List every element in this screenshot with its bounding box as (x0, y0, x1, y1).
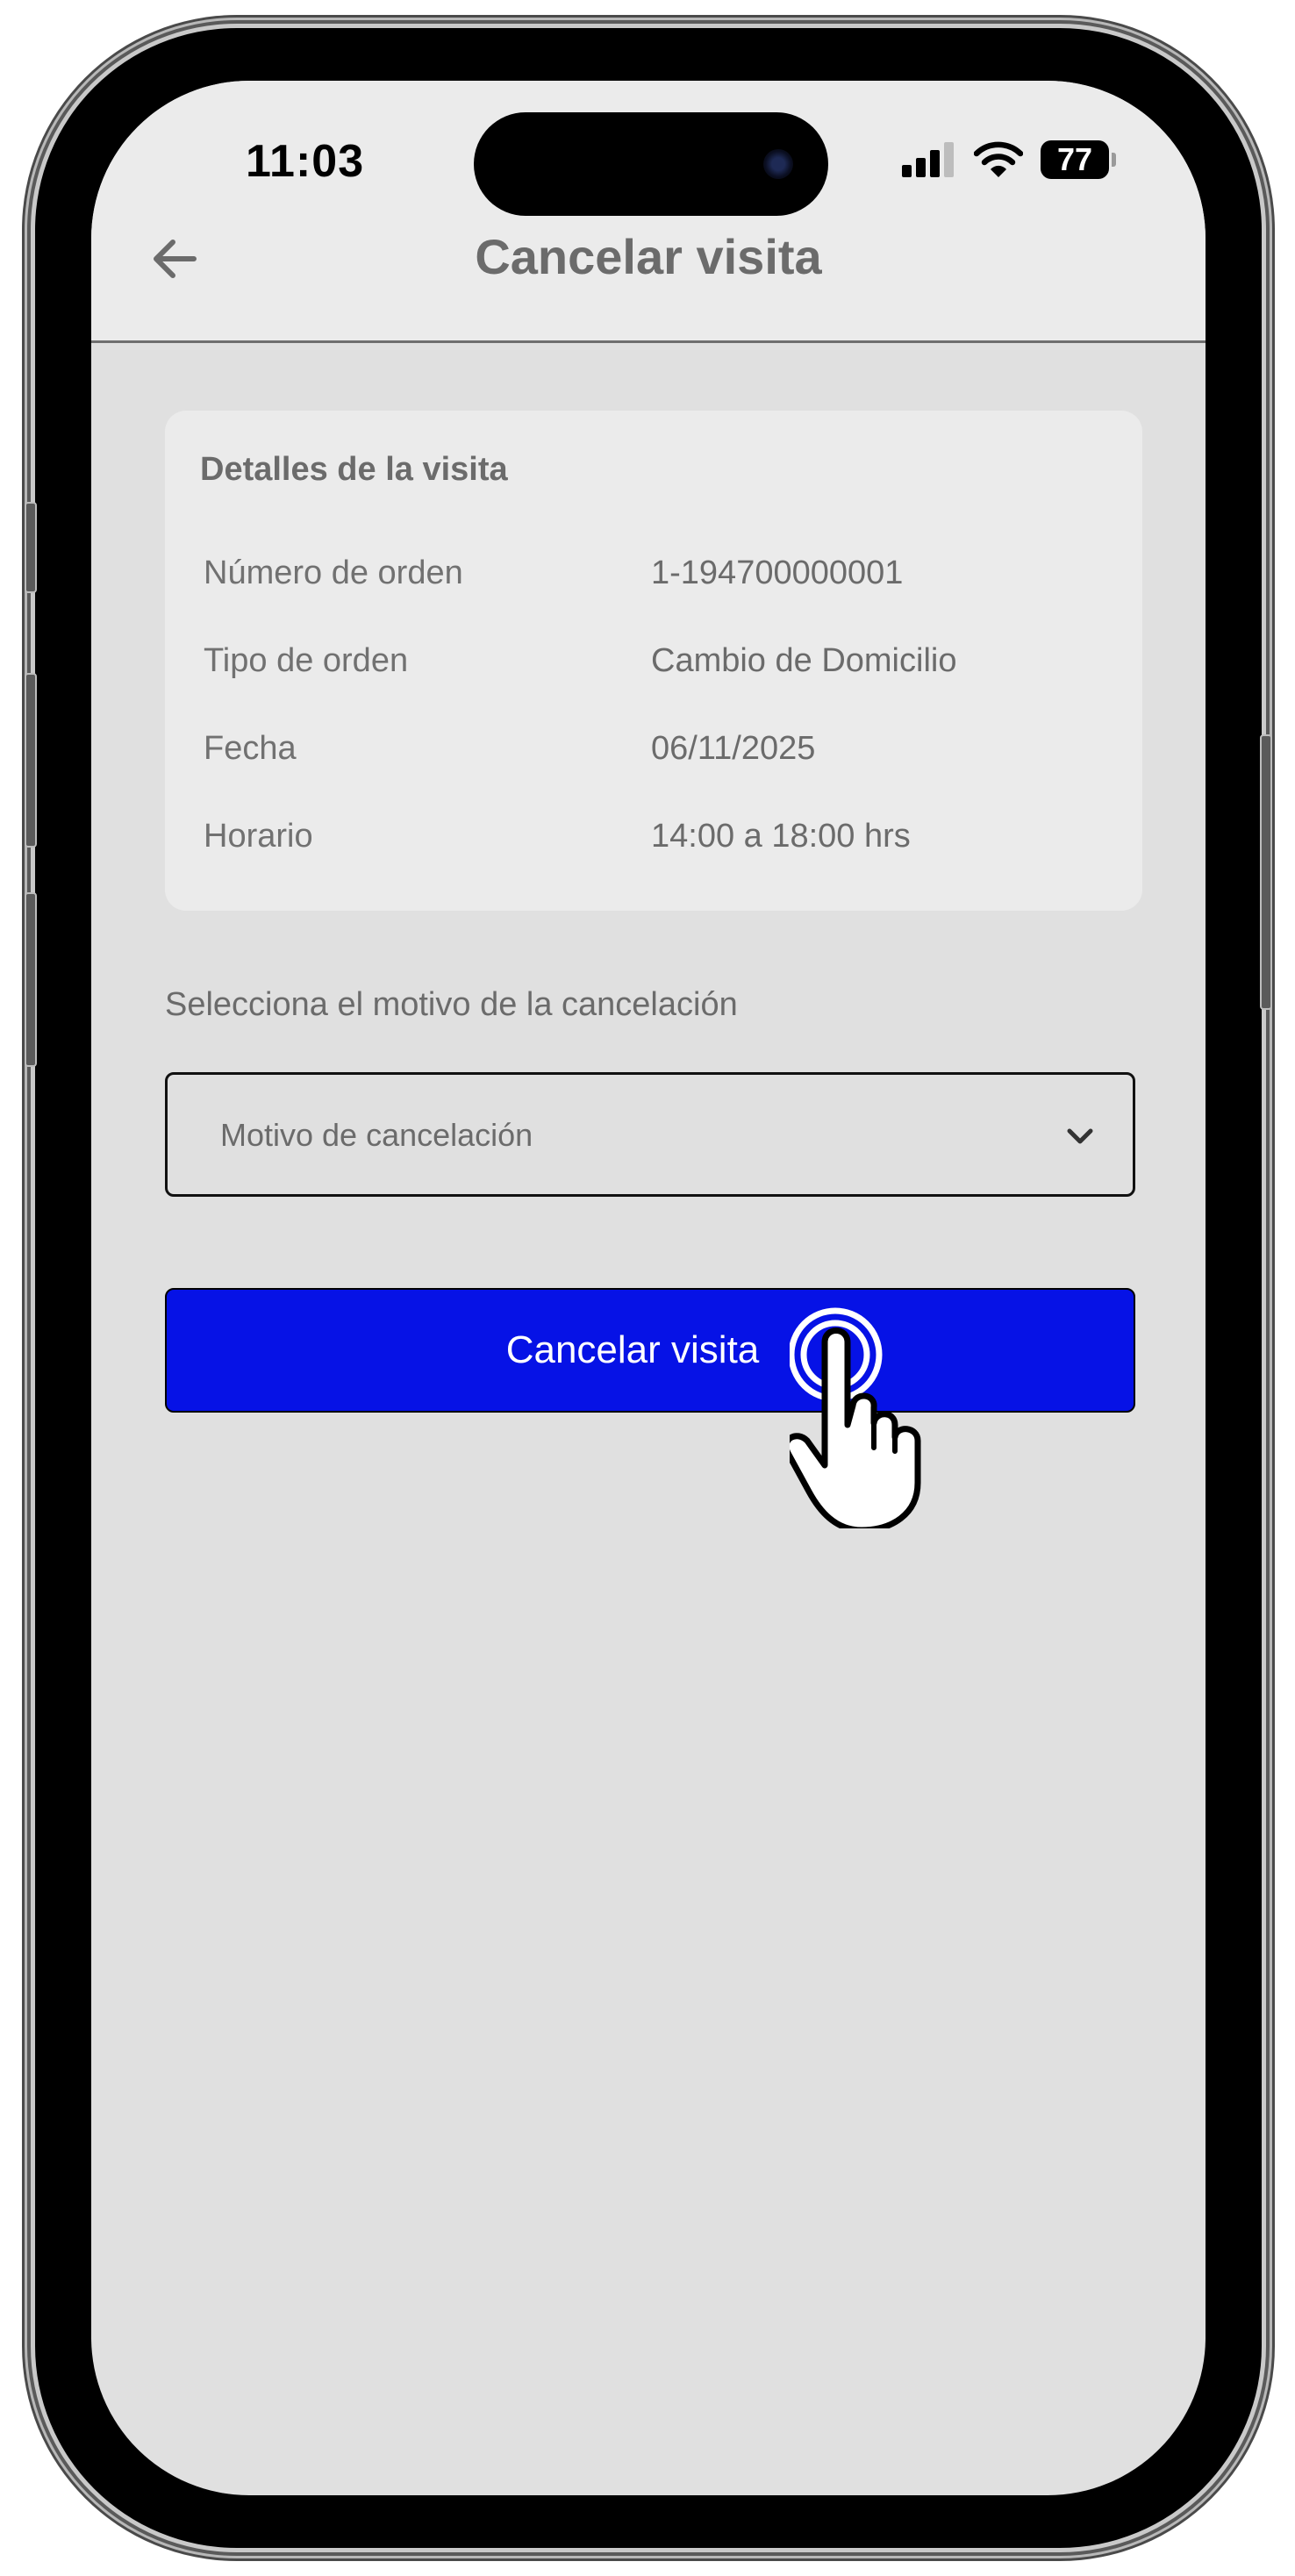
detail-row: Número de orden 1-194700000001 (204, 555, 1107, 607)
cancel-visit-button[interactable]: Cancelar visita (165, 1288, 1135, 1413)
detail-value: Cambio de Domicilio (651, 642, 957, 679)
phone-side-button (25, 502, 37, 593)
page-title: Cancelar visita (475, 229, 822, 284)
detail-value: 14:00 a 18:00 hrs (651, 818, 911, 855)
wifi-icon (974, 141, 1023, 177)
phone-side-button (1260, 734, 1272, 1010)
detail-value: 06/11/2025 (651, 730, 816, 767)
select-placeholder: Motivo de cancelación (220, 1117, 533, 1153)
card-title: Detalles de la visita (200, 451, 508, 488)
top-bar: 11:03 77 Cancelar visita (91, 81, 1206, 343)
status-icons: 77 (902, 139, 1116, 181)
signal-icon (902, 142, 954, 177)
dynamic-island (474, 112, 828, 216)
detail-row: Fecha 06/11/2025 (204, 730, 1107, 783)
phone-side-button (25, 892, 37, 1067)
phone-side-button (25, 673, 37, 848)
reason-label: Selecciona el motivo de la cancelación (165, 986, 738, 1023)
battery-icon: 77 (1041, 140, 1116, 179)
cancellation-reason-select[interactable]: Motivo de cancelación (165, 1072, 1135, 1197)
status-time: 11:03 (246, 136, 365, 187)
detail-label: Horario (204, 818, 313, 855)
detail-row: Tipo de orden Cambio de Domicilio (204, 642, 1107, 695)
pointer-hand-icon (790, 1307, 921, 1528)
app-screen: 11:03 77 Cancelar visita Detalles de la (91, 81, 1206, 2495)
detail-row: Horario 14:00 a 18:00 hrs (204, 818, 1107, 870)
detail-label: Número de orden (204, 555, 463, 591)
chevron-down-icon (1067, 1128, 1093, 1144)
cancel-visit-button-label: Cancelar visita (505, 1328, 760, 1371)
detail-value: 1-194700000001 (651, 555, 904, 591)
detail-label: Fecha (204, 730, 297, 767)
visit-details-card: Detalles de la visita Número de orden 1-… (165, 411, 1142, 911)
detail-label: Tipo de orden (204, 642, 409, 679)
